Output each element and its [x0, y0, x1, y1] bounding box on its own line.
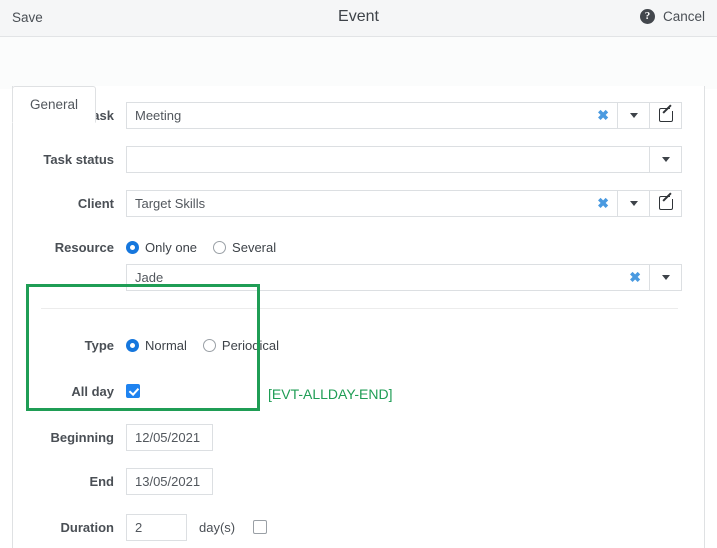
beginning-label: Beginning [13, 430, 126, 445]
duration-input[interactable]: 2 [126, 514, 187, 541]
field-row-client: Client Target Skills ✖ [13, 186, 704, 220]
edit-icon [659, 108, 673, 122]
all-day-label: All day [13, 384, 126, 399]
chevron-down-icon [630, 113, 638, 118]
resource-radio-only-one-label: Only one [145, 240, 197, 255]
client-edit-button[interactable] [650, 190, 682, 217]
resource-input[interactable]: Jade ✖ [126, 264, 650, 291]
type-radio-normal-label: Normal [145, 338, 187, 353]
page-title: Event [0, 8, 717, 26]
client-label: Client [13, 196, 126, 211]
resource-radio-several[interactable]: Several [213, 240, 276, 255]
edit-icon [659, 196, 673, 210]
type-radio-periodical[interactable]: Periodical [203, 338, 279, 353]
tab-strip: General [0, 37, 717, 89]
type-radio-normal[interactable]: Normal [126, 338, 187, 353]
task-value: Meeting [135, 108, 591, 123]
chevron-down-icon [630, 201, 638, 206]
task-status-input[interactable] [126, 146, 650, 173]
clear-icon[interactable]: ✖ [629, 270, 641, 284]
chevron-down-icon [662, 275, 670, 280]
client-input[interactable]: Target Skills ✖ [126, 190, 618, 217]
titlebar-right-actions: ? Cancel [640, 9, 705, 24]
field-row-type: Type Normal Periodical [13, 328, 704, 362]
cancel-button[interactable]: Cancel [663, 9, 705, 24]
type-radio-group: Normal Periodical [126, 338, 279, 353]
radio-unselected-icon [203, 339, 216, 352]
end-date-value: 13/05/2021 [135, 474, 204, 489]
type-label: Type [13, 338, 126, 353]
resource-label: Resource [13, 240, 126, 255]
task-status-label: Task status [13, 152, 126, 167]
resource-radio-group: Only one Several [126, 240, 276, 255]
duration-value: 2 [135, 520, 178, 535]
duration-label: Duration [13, 520, 126, 535]
field-row-resource: Resource Only one Several [13, 230, 704, 264]
beginning-date-value: 12/05/2021 [135, 430, 204, 445]
duration-checkbox[interactable] [253, 520, 267, 534]
event-form-panel: Task Meeting ✖ Task status Cli [12, 86, 705, 548]
task-status-dropdown-button[interactable] [650, 146, 682, 173]
field-row-beginning: Beginning 12/05/2021 [13, 420, 704, 454]
resource-control-group: Jade ✖ [126, 264, 682, 291]
field-row-end: End 13/05/2021 [13, 464, 704, 498]
radio-unselected-icon [213, 241, 226, 254]
task-edit-button[interactable] [650, 102, 682, 129]
tab-general[interactable]: General [12, 86, 96, 123]
clear-icon[interactable]: ✖ [597, 108, 609, 122]
task-control-group: Meeting ✖ [126, 102, 682, 129]
allday-end-annotation-label: [EVT-ALLDAY-END] [268, 386, 393, 402]
task-status-control-group [126, 146, 682, 173]
window-titlebar: Save Event ? Cancel [0, 0, 717, 37]
end-date-input[interactable]: 13/05/2021 [126, 468, 213, 495]
clear-icon[interactable]: ✖ [597, 196, 609, 210]
field-row-duration: Duration 2 day(s) [13, 510, 704, 544]
client-control-group: Target Skills ✖ [126, 190, 682, 217]
task-dropdown-button[interactable] [618, 102, 650, 129]
type-radio-periodical-label: Periodical [222, 338, 279, 353]
resource-dropdown-button[interactable] [650, 264, 682, 291]
resource-radio-several-label: Several [232, 240, 276, 255]
all-day-checkbox[interactable] [126, 384, 140, 398]
task-input[interactable]: Meeting ✖ [126, 102, 618, 129]
client-dropdown-button[interactable] [618, 190, 650, 217]
radio-selected-icon [126, 241, 139, 254]
field-row-task-status: Task status [13, 142, 704, 176]
resource-value: Jade [135, 270, 623, 285]
resource-radio-only-one[interactable]: Only one [126, 240, 197, 255]
duration-unit-label: day(s) [199, 520, 235, 535]
field-row-resource-value: Jade ✖ [13, 260, 704, 294]
help-icon[interactable]: ? [640, 9, 655, 24]
beginning-date-input[interactable]: 12/05/2021 [126, 424, 213, 451]
field-row-task: Task Meeting ✖ [13, 98, 704, 132]
section-divider [41, 308, 678, 309]
radio-selected-icon [126, 339, 139, 352]
end-label: End [13, 474, 126, 489]
client-value: Target Skills [135, 196, 591, 211]
chevron-down-icon [662, 157, 670, 162]
